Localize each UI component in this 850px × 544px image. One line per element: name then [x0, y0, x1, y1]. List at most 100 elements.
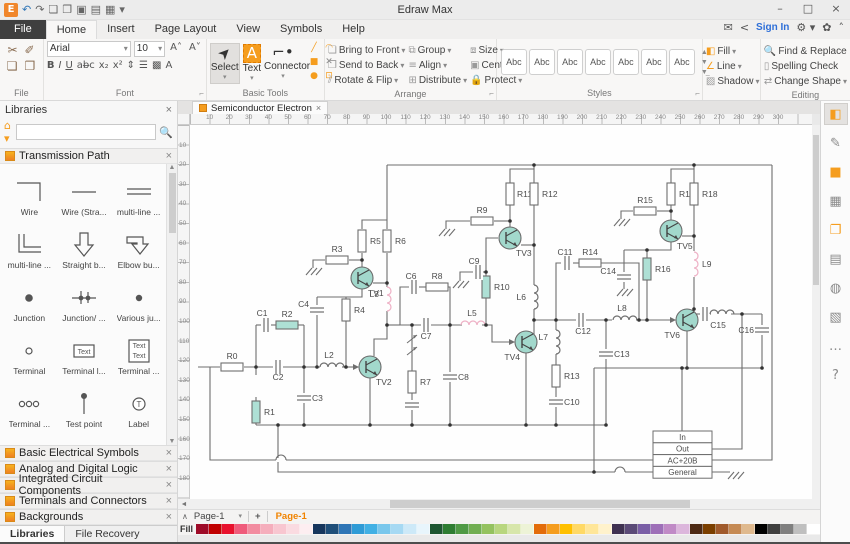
style-preset-4[interactable]: Abc [585, 49, 611, 75]
font-size-select[interactable]: 10▾ [134, 41, 165, 57]
arrange-group[interactable]: ⧉Group▾ [408, 44, 467, 58]
color-swatch[interactable] [209, 524, 222, 534]
maximize-button[interactable]: □ [794, 1, 822, 19]
arrange-distribute[interactable]: ⊞Distribute▾ [408, 74, 467, 88]
style-preset-6[interactable]: Abc [641, 49, 667, 75]
font-format-5[interactable]: x² [113, 60, 123, 71]
library-item-wire-stra[interactable]: Wire (Stra... [57, 166, 112, 219]
color-swatch[interactable] [560, 524, 573, 534]
library-item-terminal-l[interactable]: TextTerminal l... [57, 325, 112, 378]
library-item-terminal[interactable]: Terminal [2, 325, 57, 378]
clipart-pane-icon[interactable]: ◍ [824, 277, 848, 299]
color-swatch[interactable] [768, 524, 781, 534]
tab-help[interactable]: Help [332, 20, 375, 39]
library-item-junction[interactable]: Junction [2, 272, 57, 325]
hscroll-thumb[interactable] [390, 500, 690, 508]
new-file-icon[interactable]: ❏ [48, 3, 58, 16]
color-swatch[interactable] [352, 524, 365, 534]
page-setup-pane-icon[interactable]: ▧ [824, 306, 848, 328]
color-swatch[interactable] [521, 524, 534, 534]
tab-symbols[interactable]: Symbols [270, 20, 332, 39]
color-swatch[interactable] [547, 524, 560, 534]
select-tool[interactable]: ➤Select▾ [210, 43, 240, 84]
tab-file[interactable]: File [0, 20, 46, 39]
color-swatch[interactable] [677, 524, 690, 534]
cut-icon[interactable]: ✂ [5, 44, 19, 57]
color-swatch[interactable] [573, 524, 586, 534]
picture-pane-icon[interactable]: ▦ [824, 190, 848, 212]
library-item-terminal[interactable]: Terminal ... [2, 378, 57, 431]
style-preset-1[interactable]: Abc [501, 49, 527, 75]
arrange-rotate-flip[interactable]: ⫽Rotate & Flip▾ [328, 74, 406, 88]
color-swatch[interactable] [586, 524, 599, 534]
page-selector[interactable]: Page-1▾ [194, 511, 249, 522]
search-icon[interactable]: 🔍 [159, 126, 173, 139]
library-item-transmiss[interactable]: Transmiss... [111, 431, 166, 445]
arrange-dialog-launcher[interactable]: ⌐ [489, 89, 494, 98]
color-swatch[interactable] [326, 524, 339, 534]
tab-page-layout[interactable]: Page Layout [145, 20, 227, 39]
tab-insert[interactable]: Insert [97, 20, 145, 39]
section-close-icon[interactable]: × [166, 511, 172, 523]
library-scrollbar[interactable]: ▲ ▼ [166, 164, 177, 445]
share-icon[interactable]: < [740, 21, 749, 34]
color-swatch[interactable] [456, 524, 469, 534]
fill-button[interactable]: ◧Fill▾ [706, 45, 757, 59]
color-swatch[interactable] [235, 524, 248, 534]
page-tab-active[interactable]: Page-1 [267, 511, 307, 522]
close-button[interactable]: × [822, 1, 850, 19]
open-icon[interactable]: ❐ [62, 3, 72, 16]
scroll-down-icon[interactable]: ▼ [169, 438, 176, 445]
color-swatch[interactable] [612, 524, 625, 534]
font-format-6[interactable]: ⇕ [127, 60, 135, 71]
color-swatch[interactable] [703, 524, 716, 534]
grow-font-button[interactable]: A˄ [168, 41, 184, 57]
change-shape-button[interactable]: ⇄Change Shape▾ [764, 75, 847, 89]
font-format-8[interactable]: ▩ [152, 60, 161, 71]
add-page-button[interactable]: + [255, 511, 261, 522]
print-icon[interactable]: ▤ [91, 3, 101, 16]
color-swatch[interactable] [222, 524, 235, 534]
drawing-page[interactable]: R5R6R11R12R17R18R7R13R10R16R1R4R0R2R3R8R… [190, 125, 812, 499]
tab-home[interactable]: Home [46, 20, 97, 39]
font-format-3[interactable]: ab̶c [77, 60, 95, 71]
format-painter-icon[interactable]: ✐ [23, 44, 37, 57]
font-format-4[interactable]: x₂ [99, 60, 109, 71]
line-button[interactable]: ∠Line▾ [706, 60, 757, 74]
arrange-bring-to-front[interactable]: ❏Bring to Front▾ [328, 44, 406, 58]
style-preset-7[interactable]: Abc [669, 49, 695, 75]
connector-tool[interactable]: ⌐•Connector▾ [264, 43, 302, 84]
sign-in-link[interactable]: Sign In [756, 22, 789, 33]
find-replace-button[interactable]: 🔍Find & Replace [764, 45, 847, 59]
color-swatch[interactable] [365, 524, 378, 534]
qa-more-icon[interactable]: ▾ [119, 3, 125, 16]
edraw-logo[interactable]: E [4, 3, 18, 17]
library-item-elbow-bu[interactable]: Elbow bu... [111, 219, 166, 272]
color-swatch[interactable] [261, 524, 274, 534]
arrange-send-to-back[interactable]: ❐Send to Back▾ [328, 59, 406, 73]
document-tab-close-icon[interactable]: × [316, 103, 321, 113]
styles-dialog-launcher[interactable]: ⌐ [695, 89, 700, 98]
font-dialog-launcher[interactable]: ⌐ [199, 89, 204, 98]
circuit-schematic[interactable]: R5R6R11R12R17R18R7R13R10R16R1R4R0R2R3R8R… [190, 125, 812, 499]
comment-pane-icon[interactable]: … [824, 335, 848, 357]
shrink-font-button[interactable]: A˅ [187, 41, 203, 57]
section-close-icon[interactable]: × [166, 150, 172, 162]
shadow-button[interactable]: ▨Shadow▾ [706, 75, 757, 89]
library-item-label[interactable]: TLabel [111, 378, 166, 431]
color-swatch[interactable] [495, 524, 508, 534]
collapse-pagebar-icon[interactable]: ∧ [182, 512, 188, 521]
library-item-transmiss[interactable]: Transmiss... [57, 431, 112, 445]
text-tool[interactable]: AText▾ [243, 43, 261, 84]
horizontal-scrollbar[interactable]: ◄ [178, 499, 820, 509]
fill-color-pane-icon[interactable]: ■ [824, 161, 848, 183]
section-header-basic-electrical-symbols[interactable]: Basic Electrical Symbols× [0, 445, 177, 461]
color-swatch[interactable] [248, 524, 261, 534]
color-swatch[interactable] [300, 524, 313, 534]
style-preset-3[interactable]: Abc [557, 49, 583, 75]
section-close-icon[interactable]: × [166, 479, 172, 491]
color-swatch[interactable] [638, 524, 651, 534]
color-swatch[interactable] [599, 524, 612, 534]
color-swatch[interactable] [664, 524, 677, 534]
font-name-select[interactable]: Arial▾ [47, 41, 131, 57]
